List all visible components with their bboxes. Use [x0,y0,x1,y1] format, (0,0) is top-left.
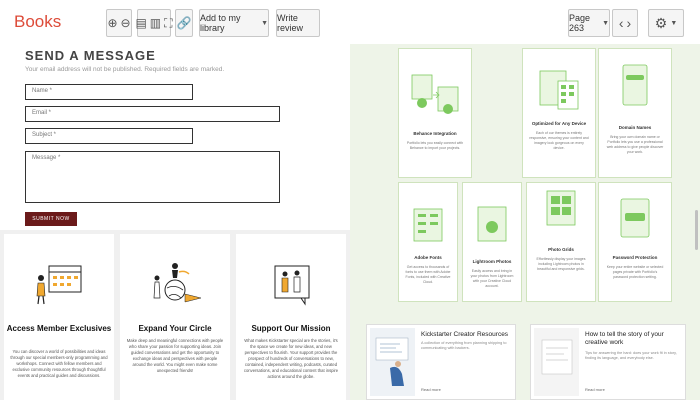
chevron-left-icon[interactable]: ‹ [619,15,624,31]
page-nav-group: ‹ › [612,9,638,37]
tile-title: Password Protection [612,255,658,260]
card-description: Make deep and meaningful connections wit… [126,338,224,373]
link-icon: 🔗 [176,16,192,30]
brand-logo[interactable]: Books [14,12,61,32]
write-review-label: Write review [277,13,304,33]
page-select[interactable]: Page 263 ▼ [568,9,610,37]
zoom-out-icon[interactable]: ⊖ [121,16,131,30]
card-title: Expand Your Circle [138,324,212,333]
card-title: Support Our Mission [251,324,331,333]
tile-photo-grids: Photo Grids Effortlessly display your im… [526,182,596,302]
tile-password: Password Protection Keep your entire web… [598,182,672,302]
tile-title: Lightroom Photos [472,259,512,264]
tile-description: Effortlessly display your images includi… [536,257,586,271]
tile-any-device: Optimized for Any Device Each of our the… [522,48,596,178]
tile-title: Adobe Fonts [414,255,442,260]
card-expand-circle: Expand Your Circle Make deep and meaning… [120,234,230,400]
card-description: What makes Kickstarter special are the s… [243,338,339,379]
fonts-icon [413,208,443,242]
add-to-library-label: Add to my library [200,13,241,33]
write-review-button[interactable]: Write review [276,9,320,37]
name-field[interactable]: Name * [25,84,193,100]
speech-bubble-people-illustration [274,265,310,306]
device-icon [539,70,579,110]
chevron-right-icon[interactable]: › [627,15,632,31]
read-more-link[interactable]: Read more [421,387,441,392]
zoom-in-icon[interactable]: ⊕ [107,16,117,30]
submit-button[interactable]: SUBMIT NOW [25,212,77,226]
lightroom-icon [477,206,507,242]
lock-icon [620,198,650,238]
article-title: How to tell the story of your creative w… [585,331,664,346]
tile-description: Get access to thousands of fonts to use … [405,265,451,284]
tile-description: Each of our themes is entirely responsiv… [529,131,589,150]
subject-field[interactable]: Subject * [25,128,193,144]
article-title: Kickstarter Creator Resources [421,331,509,338]
article-description: Tips for answering the hard: does your w… [585,351,677,360]
tile-adobe-fonts: Adobe Fonts Get access to thousands of f… [398,182,458,302]
tile-domain-names: Domain Names Bring your own domain name … [598,48,672,178]
read-more-link[interactable]: Read more [585,387,605,392]
card-member-exclusives: Access Member Exclusives You can discove… [4,234,114,400]
two-page-icon[interactable]: ▥ [150,16,161,30]
tile-behance: Behance Integration Portfolio lets you e… [398,48,472,178]
tile-title: Behance Integration [413,131,457,136]
tile-title: Photo Grids [548,247,574,252]
tile-title: Domain Names [618,125,652,130]
photo-grid-icon [546,190,576,226]
email-field[interactable]: Email * [25,106,280,122]
form-subtitle: Your email address will not be published… [25,66,225,73]
article-tell-story[interactable]: How to tell the story of your creative w… [530,324,686,400]
left-page: SEND A MESSAGE Your email address will n… [0,44,350,400]
card-title: Access Member Exclusives [6,324,112,333]
settings-button[interactable]: ⚙ ▼ [648,9,684,37]
tile-lightroom: Lightroom Photos Easily access and bring… [462,182,522,302]
chevron-down-icon: ▼ [602,19,609,27]
card-support-mission: Support Our Mission What makes Kickstart… [236,234,346,400]
scrollbar[interactable] [695,210,698,250]
card-description: You can discover a world of possibilitie… [10,349,108,378]
tile-description: Keep your entire website or selected pag… [606,265,664,279]
tile-description: Easily access and bring in your photos f… [470,269,514,288]
tile-description: Bring your own domain name or Portfolio … [606,135,664,154]
domain-icon [622,64,648,106]
article-creator-resources[interactable]: Kickstarter Creator Resources A collecti… [366,324,516,400]
add-to-library-button[interactable]: Add to my library ▼ [199,9,269,37]
chevron-down-icon: ▼ [670,19,678,27]
page-label: Page 263 [569,13,591,33]
article-thumbnail [370,328,415,396]
fullscreen-icon[interactable]: ⛶ [164,16,172,31]
single-page-icon[interactable]: ▤ [135,16,146,30]
link-button[interactable]: 🔗 [175,9,193,37]
calendar-illustration [36,265,82,305]
article-thumbnail [534,328,579,396]
tile-title: Optimized for Any Device [531,121,587,126]
gear-icon: ⚙ [654,14,668,31]
behance-icon [411,74,459,114]
form-title: SEND A MESSAGE [25,48,156,63]
tile-description: Portfolio lets you easily connect with B… [406,141,464,150]
chevron-down-icon: ▼ [261,19,268,27]
message-field[interactable]: Message * [25,151,280,203]
zoom-group: ⊕ ⊖ [106,9,132,37]
globe-people-illustration [153,263,202,303]
toolbar: Books ⊕ ⊖ ▤ ▥ ⛶ 🔗 Add to my library ▼ Wr… [0,0,700,44]
view-mode-group: ▤ ▥ ⛶ [135,9,173,37]
article-description: A collection of everything from planning… [421,341,507,350]
